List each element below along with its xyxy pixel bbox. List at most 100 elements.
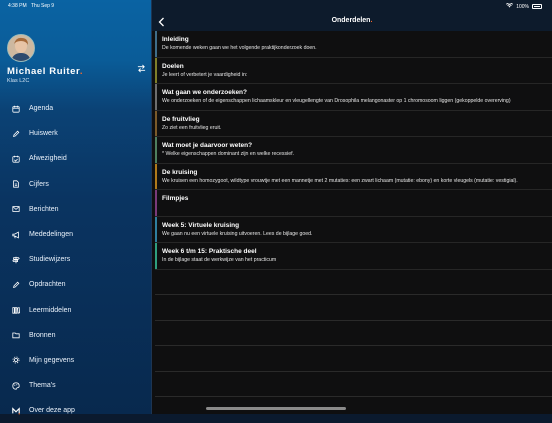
document-icon	[11, 180, 20, 189]
sidebar-item-label: Leermiddelen	[29, 306, 72, 314]
status-date: Thu Sep 9	[31, 3, 55, 9]
page-title-text: Onderdelen	[331, 17, 371, 24]
list-item[interactable]: De fruitvlieg Zo ziet een fruitvlieg eru…	[155, 110, 552, 137]
sidebar-item-label: Afwezigheid	[29, 155, 67, 163]
item-title: Doelen	[162, 62, 184, 70]
pencil-icon	[11, 129, 20, 138]
folder-icon	[11, 331, 20, 340]
home-indicator	[206, 407, 346, 410]
item-title: Week 6 t/m 15: Praktische deel	[162, 248, 257, 255]
brand-dot: .	[79, 66, 84, 77]
sidebar-item-afwezigheid[interactable]: Afwezigheid	[0, 146, 151, 171]
list-item[interactable]: Wat moet je daarvoor weten? * Welke eige…	[155, 137, 552, 164]
sidebar-item-label: Opdrachten	[29, 281, 66, 289]
page-title: Onderdelen.	[152, 17, 552, 24]
sidebar-item-studiewijzers[interactable]: Studiewijzers	[0, 247, 151, 272]
sidebar-item-over-deze-app[interactable]: Over deze app	[0, 398, 151, 423]
sidebar-item-label: Agenda	[29, 105, 54, 113]
onderdelen-list: Inleiding De komende weken gaan we het v…	[155, 31, 552, 397]
item-accent-bar	[155, 31, 157, 57]
item-accent-bar	[155, 190, 157, 216]
status-right: 100%	[506, 2, 542, 10]
item-accent-bar	[155, 243, 157, 269]
item-text: In de bijlage staat de werkwijze van het…	[162, 257, 277, 263]
books-icon	[11, 306, 20, 315]
sidebar: Michael Ruiter. Klas L2C Agenda Huiswerk…	[0, 0, 152, 414]
status-bar: 4:38 PM Thu Sep 9 100%	[0, 0, 552, 11]
item-accent-bar	[155, 216, 157, 242]
item-title: Wat gaan we onderzoeken?	[162, 89, 247, 96]
item-accent-bar	[155, 110, 157, 136]
item-title: Wat moet je daarvoor weten?	[162, 142, 253, 149]
list-item[interactable]: Inleiding De komende weken gaan we het v…	[155, 31, 552, 58]
item-title: De fruitvlieg	[162, 115, 200, 123]
sidebar-item-opdrachten[interactable]: Opdrachten	[0, 272, 151, 297]
item-text: De komende weken gaan we het volgende pr…	[162, 45, 317, 51]
sidebar-item-bronnen[interactable]: Bronnen	[0, 323, 151, 348]
item-title: Week 5: Virtuele kruising	[162, 221, 240, 229]
item-text: * Welke eigenschappen dominant zijn en w…	[162, 151, 294, 157]
item-title: De kruising	[162, 168, 198, 176]
empty-row	[155, 346, 552, 372]
item-accent-bar	[155, 57, 157, 83]
sidebar-item-label: Mededelingen	[29, 231, 73, 239]
empty-row	[155, 295, 552, 321]
sidebar-item-label: Studiewijzers	[29, 256, 71, 264]
list-item[interactable]: Week 5: Virtuele kruising We gaan nu een…	[155, 216, 552, 243]
empty-row	[155, 321, 552, 346]
item-title: Filmpjes	[162, 195, 189, 202]
profile-header: Michael Ruiter. Klas L2C	[0, 0, 151, 98]
battery-percent: 100%	[516, 3, 529, 10]
detail-panel: Onderdelen. Inleiding De komende weken g…	[152, 0, 552, 414]
item-accent-bar	[155, 163, 157, 189]
sidebar-item-label: Huiswerk	[29, 130, 58, 138]
empty-row	[155, 372, 552, 397]
gear-icon	[11, 356, 20, 365]
sidebar-item-label: Cijfers	[29, 180, 49, 188]
sidebar-item-mededelingen[interactable]: Mededelingen	[0, 222, 151, 247]
user-name: Michael Ruiter.	[7, 66, 83, 77]
sidebar-item-label: Thema's	[29, 382, 56, 390]
battery-icon	[532, 4, 542, 9]
sidebar-item-themas[interactable]: Thema's	[0, 373, 151, 398]
signpost-icon	[11, 255, 20, 264]
avatar[interactable]	[7, 34, 35, 62]
item-text: Je leert of verbetert je vaardigheid in:	[162, 71, 248, 78]
calendar-icon	[11, 104, 20, 113]
megaphone-icon	[11, 230, 20, 239]
pencil-icon	[11, 280, 20, 289]
sidebar-item-cijfers[interactable]: Cijfers	[0, 172, 151, 197]
list-item[interactable]: De kruising We kruisen een homozygoot, w…	[155, 163, 552, 190]
item-title: Inleiding	[162, 36, 189, 43]
item-accent-bar	[155, 137, 157, 163]
brand-dot: .	[370, 17, 373, 24]
calendar-check-icon	[11, 154, 20, 163]
list-item[interactable]: Doelen Je leert of verbetert je vaardigh…	[155, 57, 552, 84]
sidebar-item-leermiddelen[interactable]: Leermiddelen	[0, 298, 151, 323]
item-text: We onderzoeken of de eigenschappen licha…	[162, 98, 511, 104]
sidebar-item-huiswerk[interactable]: Huiswerk	[0, 121, 151, 146]
item-text: We kruisen een homozygoot, wildtype vrou…	[162, 177, 518, 184]
sidebar-item-label: Mijn gegevens	[29, 356, 75, 364]
empty-row	[155, 270, 552, 295]
sidebar-item-mijn-gegevens[interactable]: Mijn gegevens	[0, 348, 151, 373]
user-name-text: Michael Ruiter	[7, 66, 80, 77]
wifi-icon	[506, 2, 514, 10]
sidebar-menu: Agenda Huiswerk Afwezigheid Cijfers Beri…	[0, 96, 151, 423]
item-text: Zo ziet een fruitvlieg eruit.	[162, 124, 222, 131]
sidebar-item-label: Over deze app	[29, 407, 75, 415]
status-time: 4:38 PM	[8, 3, 27, 9]
sidebar-item-label: Berichten	[29, 205, 59, 213]
list-item[interactable]: Filmpjes	[155, 190, 552, 217]
sidebar-item-berichten[interactable]: Berichten	[0, 197, 151, 222]
sidebar-item-label: Bronnen	[29, 331, 56, 339]
switch-account-icon[interactable]	[137, 64, 146, 75]
envelope-icon	[11, 205, 20, 214]
sidebar-item-agenda[interactable]: Agenda	[0, 96, 151, 121]
item-text: We gaan nu een virtuele kruising uitvoer…	[162, 230, 313, 237]
list-item[interactable]: Wat gaan we onderzoeken? We onderzoeken …	[155, 84, 552, 111]
user-class: Klas L2C	[7, 78, 30, 84]
list-item[interactable]: Week 6 t/m 15: Praktische deel In de bij…	[155, 243, 552, 270]
item-accent-bar	[155, 84, 157, 110]
palette-icon	[11, 381, 20, 390]
